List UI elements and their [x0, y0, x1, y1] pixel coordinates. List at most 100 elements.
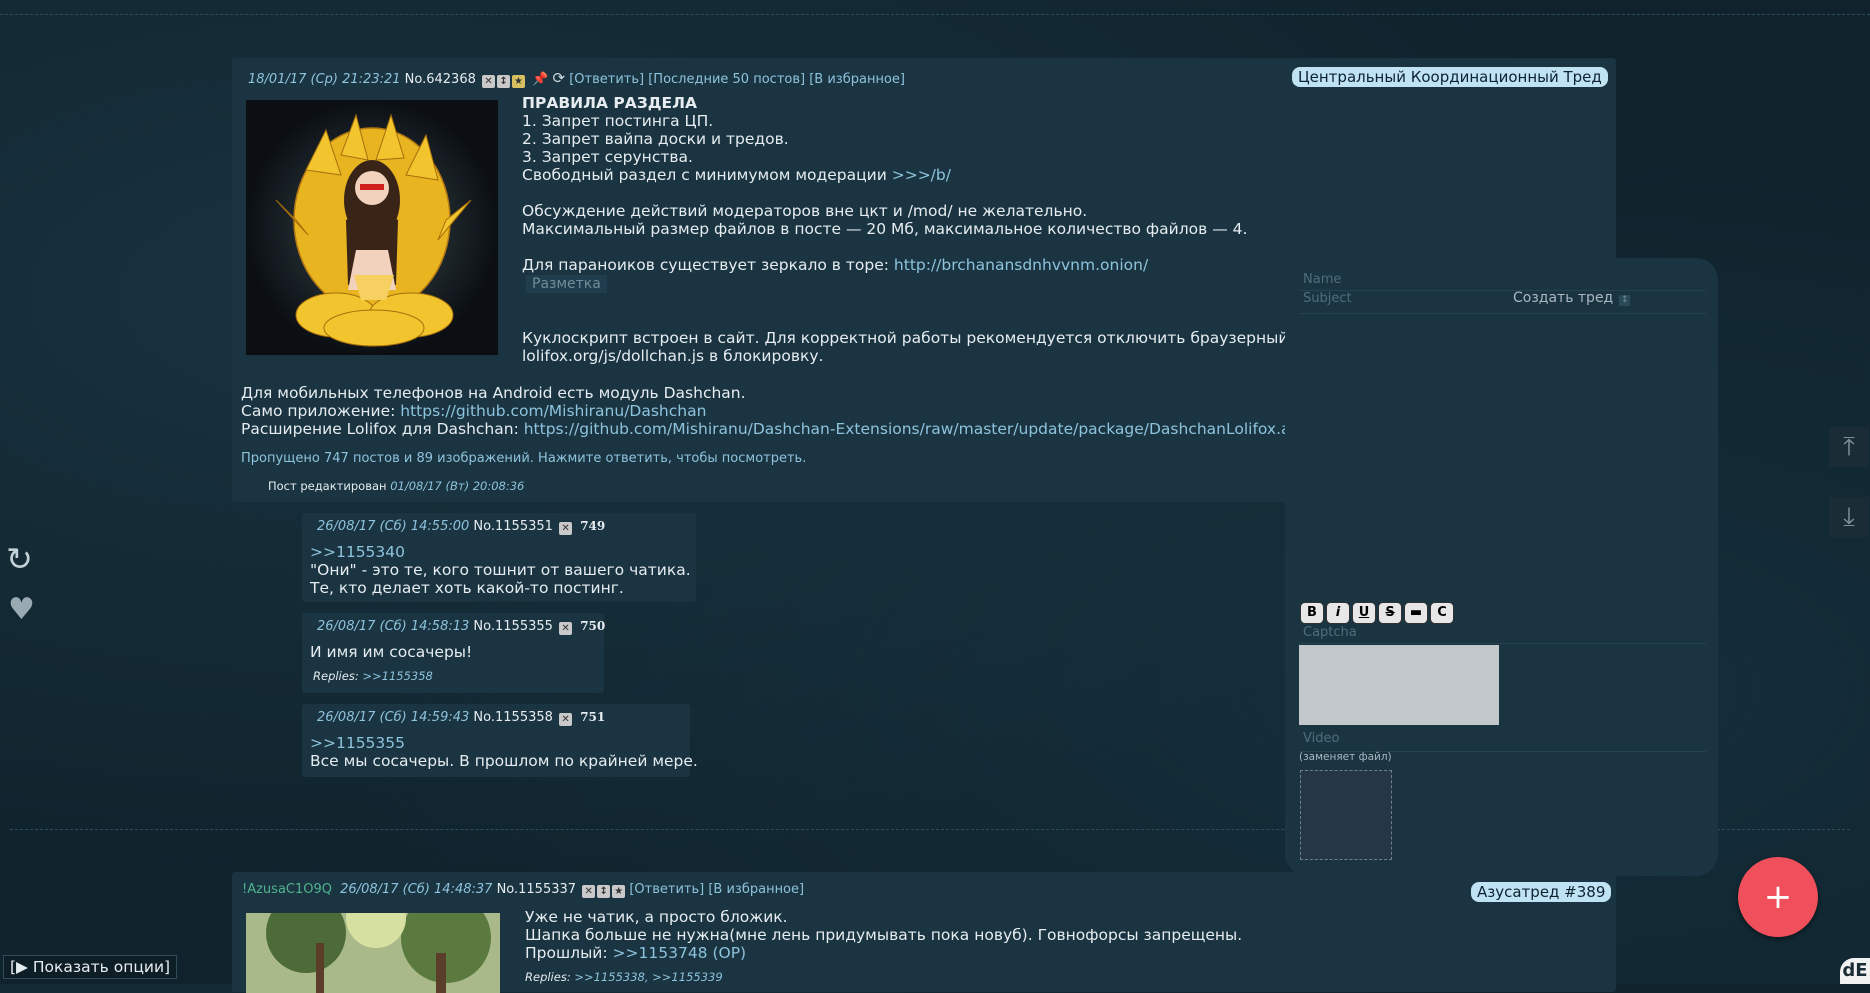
- underline-button[interactable]: U: [1352, 602, 1376, 624]
- op2-header: !AzusaC1O9Q 26/08/17 (Сб) 14:48:37 No.11…: [242, 882, 804, 898]
- bold-button[interactable]: B: [1300, 602, 1324, 624]
- scroll-down-icon[interactable]: ⤓: [1829, 497, 1869, 537]
- replies-line: Replies: >>1155358: [313, 669, 433, 683]
- mirror-text: Для параноиков существует зеркало в торе…: [522, 256, 894, 274]
- op-date: 18/01/17 (Ср) 21:23:21: [248, 72, 401, 87]
- hide-icon[interactable]: ✕: [582, 885, 596, 898]
- reply-link[interactable]: [Ответить]: [569, 72, 644, 87]
- heart-icon[interactable]: ♥: [8, 592, 35, 627]
- reply-post: 26/08/17 (Сб) 14:55:00 No.1155351 ✕ 749 …: [302, 513, 696, 602]
- reply-number[interactable]: No.1155351: [473, 519, 552, 534]
- quote-link[interactable]: >>1155355: [310, 734, 698, 752]
- reply-header: 26/08/17 (Сб) 14:55:00 No.1155351 ✕ 749: [317, 519, 605, 535]
- name-field[interactable]: Name: [1299, 272, 1706, 291]
- app-label: Само приложение:: [241, 402, 401, 420]
- favorite-link[interactable]: [В избранное]: [809, 72, 905, 87]
- file-size-text: Максимальный размер файлов в посте — 20 …: [522, 220, 1248, 238]
- thread2-subject: Азусатред #389: [1471, 882, 1612, 902]
- op-post-header: 18/01/17 (Ср) 21:23:21 No.642368 ✕ ↕ ★ 📌 ⟳…: [248, 69, 905, 88]
- dollchan-logo-icon[interactable]: dE: [1840, 958, 1870, 984]
- reply-date: 26/08/17 (Сб) 14:59:43: [317, 710, 470, 725]
- favorite-star-icon[interactable]: ★: [512, 75, 526, 88]
- italic-button[interactable]: i: [1326, 602, 1350, 624]
- video-hint: (заменяет файл): [1299, 751, 1392, 763]
- rule-2: 2. Запрет вайпа доски и тредов.: [522, 130, 789, 148]
- code-button[interactable]: C: [1430, 602, 1454, 624]
- expand-icon[interactable]: ↕: [497, 75, 511, 88]
- post-count: 749: [580, 519, 606, 533]
- edited-date: 01/08/17 (Вт) 20:08:36: [390, 479, 525, 493]
- prev-label: Прошлый:: [525, 944, 613, 962]
- captcha-label: Captcha: [1299, 625, 1706, 644]
- tripcode: !AzusaC1O9Q: [242, 882, 332, 897]
- backlinks[interactable]: >>1155338, >>1155339: [574, 970, 722, 984]
- omitted-posts-text: Пропущено 747 постов и 89 изображений. Н…: [241, 451, 807, 466]
- reply-body: И имя им сосачеры!: [310, 643, 472, 661]
- expand-icon[interactable]: ↕: [597, 885, 611, 898]
- favorite-star-icon[interactable]: ★: [612, 885, 626, 898]
- reply-link[interactable]: [Ответить]: [629, 882, 704, 897]
- reply-header: 26/08/17 (Сб) 14:58:13 No.1155355 ✕ 750: [317, 619, 605, 635]
- extension-label: Расширение Lolifox для Dashchan:: [241, 420, 524, 438]
- op-body: ПРАВИЛА РАЗДЕЛА 1. Запрет постинга ЦП. 2…: [522, 94, 1293, 365]
- op2-number[interactable]: No.1155337: [497, 882, 576, 897]
- rule-1: 1. Запрет постинга ЦП.: [522, 112, 714, 130]
- spoiler-button[interactable]: ▬: [1404, 602, 1428, 624]
- post-form: Name Subject Создать тред ↕ Bi U S ▬ C Captch…: [1285, 258, 1718, 876]
- reply-body: >>1155355 Все мы сосачеры. В прошлом по …: [310, 734, 698, 770]
- reply-text: "Они" - это те, кого тошнит от вашего ча…: [310, 561, 691, 579]
- file-drop-zone[interactable]: [1300, 770, 1392, 860]
- subject-field[interactable]: Subject: [1299, 291, 1706, 314]
- b-board-link[interactable]: >>>/b/: [892, 166, 951, 184]
- mod-discussion-text: Обсуждение действий модераторов вне цкт …: [522, 202, 1088, 220]
- op-post-number[interactable]: No.642368: [405, 72, 476, 87]
- hide-icon[interactable]: ✕: [482, 75, 496, 88]
- hide-icon[interactable]: ✕: [559, 713, 573, 726]
- reply-post: 26/08/17 (Сб) 14:58:13 No.1155355 ✕ 750 …: [302, 613, 605, 693]
- strike-button[interactable]: S: [1378, 602, 1402, 624]
- video-field[interactable]: Video: [1299, 731, 1706, 752]
- backlink[interactable]: >>1155358: [362, 669, 433, 683]
- favorite-link[interactable]: [В избранное]: [708, 882, 804, 897]
- prev-thread-link[interactable]: >>1153748 (OP): [613, 944, 747, 962]
- op2-text: Уже не чатик, а просто бложик.: [525, 908, 788, 926]
- op2-replies: Replies: >>1155338, >>1155339: [525, 970, 723, 984]
- create-thread-button[interactable]: Создать тред ↕: [1513, 290, 1631, 306]
- reply-number[interactable]: No.1155358: [473, 710, 552, 725]
- sort-arrows-icon: ↕: [1619, 295, 1631, 306]
- free-section-text: Свободный раздел с минимумом модерации: [522, 166, 892, 184]
- top-divider: [0, 14, 1870, 15]
- refresh-thread-icon[interactable]: ⟳: [552, 69, 565, 87]
- show-options-button[interactable]: [▶ Показать опции]: [3, 955, 178, 979]
- op2-body: Уже не чатик, а просто бложик. Шапка бол…: [525, 908, 1242, 962]
- edited-note: Пост редактирован 01/08/17 (Вт) 20:08:36: [268, 479, 525, 493]
- thread-subject: Центральный Координационный Тред: [1292, 67, 1608, 87]
- op2-image[interactable]: [246, 913, 500, 993]
- extension-link[interactable]: https://github.com/Mishiranu/Dashchan-Ex…: [524, 420, 1291, 438]
- last50-link[interactable]: [Последние 50 постов]: [648, 72, 805, 87]
- post-count: 751: [580, 710, 606, 724]
- new-post-fab[interactable]: +: [1738, 857, 1818, 937]
- refresh-icon[interactable]: ↻: [6, 540, 33, 578]
- reply-date: 26/08/17 (Сб) 14:58:13: [317, 619, 470, 634]
- post-count: 750: [580, 619, 606, 633]
- reply-date: 26/08/17 (Сб) 14:55:00: [317, 519, 470, 534]
- dashchan-link[interactable]: https://github.com/Mishiranu/Dashchan: [400, 402, 706, 420]
- reply-number[interactable]: No.1155355: [473, 619, 552, 634]
- reply-text: Все мы сосачеры. В прошлом по крайней ме…: [310, 752, 698, 770]
- reply-header: 26/08/17 (Сб) 14:59:43 No.1155358 ✕ 751: [317, 710, 605, 726]
- op-image[interactable]: [246, 100, 498, 355]
- markup-spoiler-button[interactable]: Разметка: [526, 275, 607, 293]
- op2-date: 26/08/17 (Сб) 14:48:37: [340, 882, 493, 897]
- dollchan-text-1: Куклоскрипт встроен в сайт. Для корректн…: [522, 329, 1294, 347]
- quote-link[interactable]: >>1155340: [310, 543, 691, 561]
- scroll-up-icon[interactable]: ⤒: [1829, 427, 1869, 467]
- dollchan-text-2: lolifox.org/js/dollchan.js в блокировку.: [522, 347, 824, 365]
- onion-link[interactable]: http://brchanansdnhvvnm.onion/: [894, 256, 1148, 274]
- android-text: Для мобильных телефонов на Android есть …: [241, 384, 746, 402]
- hide-icon[interactable]: ✕: [559, 522, 573, 535]
- captcha-image[interactable]: [1299, 645, 1499, 725]
- hide-icon[interactable]: ✕: [559, 622, 573, 635]
- reply-body: >>1155340 "Они" - это те, кого тошнит от…: [310, 543, 691, 597]
- reply-text: Те, кто делает хоть какой-то постинг.: [310, 579, 624, 597]
